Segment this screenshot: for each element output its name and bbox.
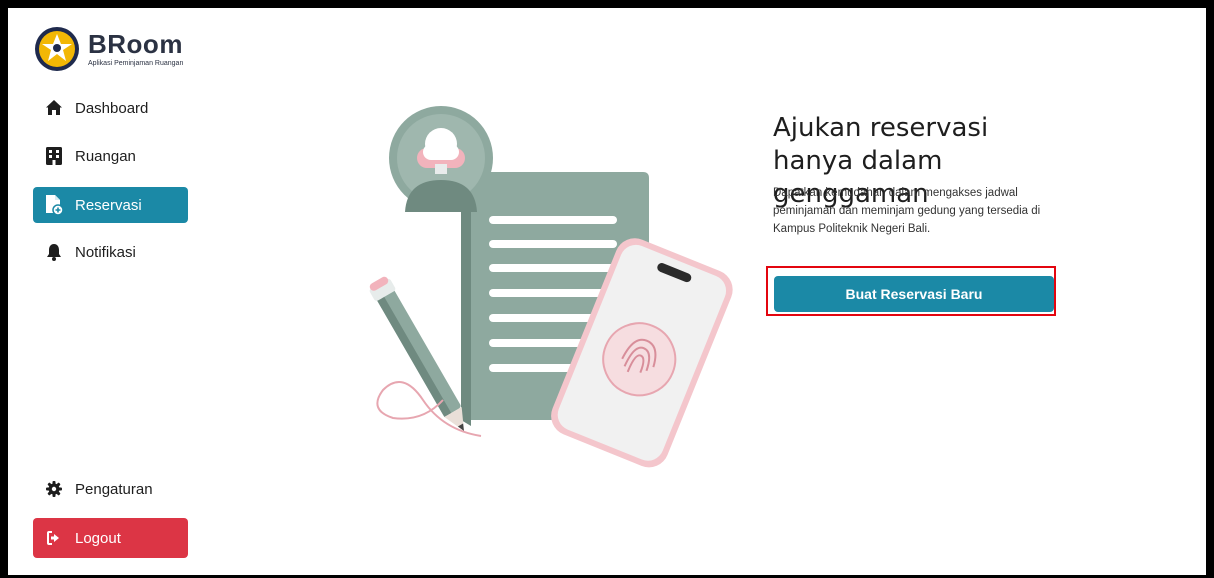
logout-icon <box>45 529 63 547</box>
gear-icon <box>45 480 63 498</box>
sidebar-item-label: Reservasi <box>75 196 142 214</box>
logout-button[interactable]: Logout <box>33 518 188 558</box>
brand-logo[interactable]: BRoom Aplikasi Peminjaman Ruangan <box>34 26 183 72</box>
sidebar-item-label: Dashboard <box>75 99 149 117</box>
reservation-illustration <box>369 106 733 468</box>
sidebar-item-notifikasi[interactable]: Notifikasi <box>33 234 188 270</box>
page-description: Dapatkan kemudahan dalam mengakses jadwa… <box>773 187 1041 235</box>
building-icon <box>45 147 63 165</box>
brand-subtitle: Aplikasi Peminjaman Ruangan <box>88 60 184 67</box>
sidebar-item-label: Notifikasi <box>75 243 136 261</box>
file-add-icon <box>45 195 63 215</box>
new-reservation-button[interactable]: Buat Reservasi Baru <box>774 276 1054 312</box>
bell-icon <box>45 243 63 261</box>
logo-emblem-icon <box>35 27 79 71</box>
logout-label: Logout <box>75 529 121 547</box>
sidebar-item-ruangan[interactable]: Ruangan <box>33 138 188 174</box>
sidebar-item-pengaturan[interactable]: Pengaturan <box>33 471 188 507</box>
app-window: BRoom Aplikasi Peminjaman Ruangan Dashbo… <box>8 8 1206 575</box>
brand-title: BRoom <box>88 29 183 59</box>
home-icon <box>45 99 63 117</box>
sidebar-item-label: Pengaturan <box>75 480 153 498</box>
sidebar-item-label: Ruangan <box>75 147 136 165</box>
sidebar-item-reservasi[interactable]: Reservasi <box>33 187 188 223</box>
sidebar-item-dashboard[interactable]: Dashboard <box>33 90 188 126</box>
